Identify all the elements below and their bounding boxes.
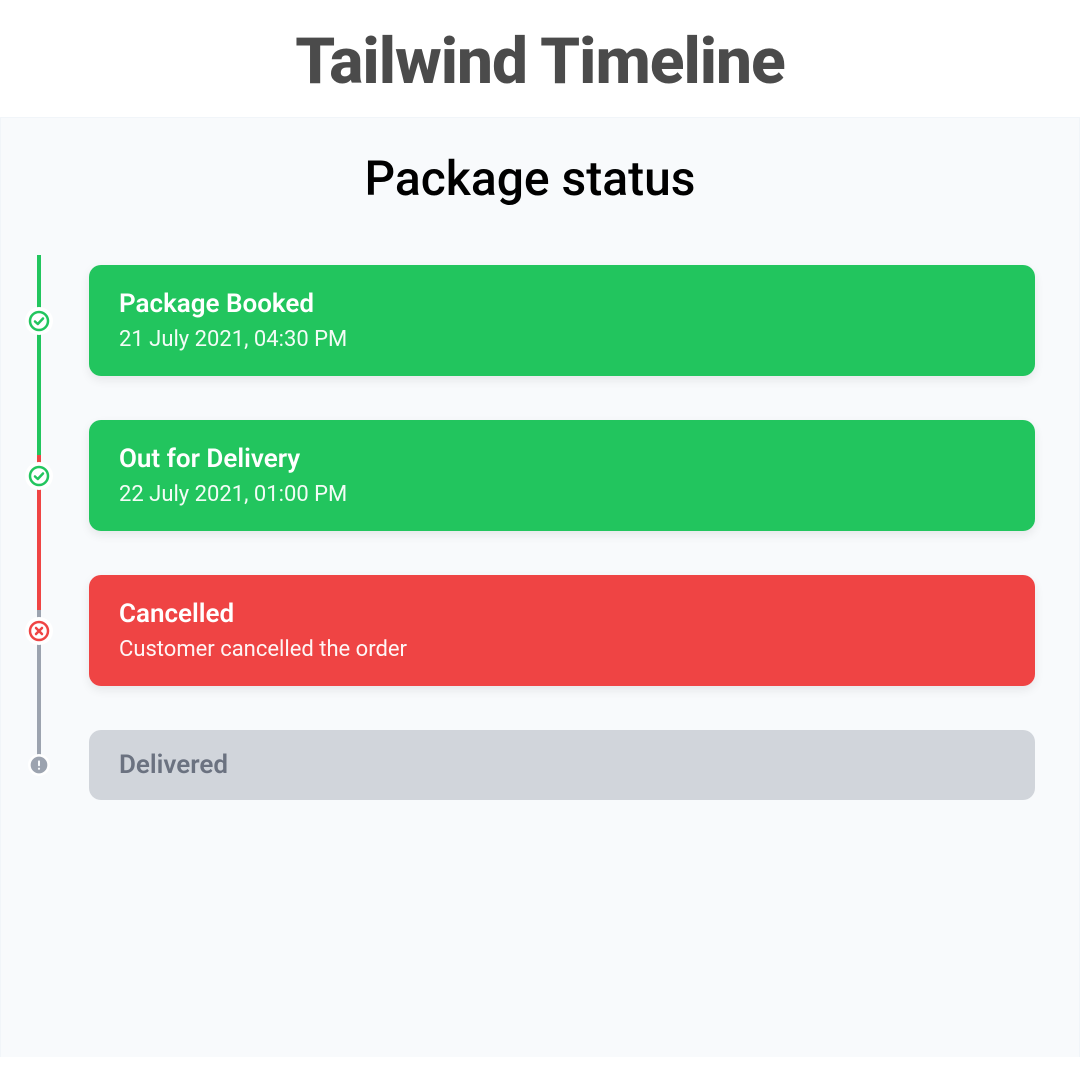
page-title: Tailwind Timeline xyxy=(0,24,1080,99)
timeline-item: Out for Delivery 22 July 2021, 01:00 PM xyxy=(25,420,1035,531)
timeline-card: Out for Delivery 22 July 2021, 01:00 PM xyxy=(89,420,1035,531)
timeline-card-subtitle: 22 July 2021, 01:00 PM xyxy=(119,482,1005,507)
panel-title: Package status xyxy=(25,150,1035,207)
timeline-item: Cancelled Customer cancelled the order xyxy=(25,575,1035,686)
check-circle-icon xyxy=(25,307,53,335)
timeline-panel: Package status Package Booked 21 July 20… xyxy=(0,117,1080,1057)
timeline-card-title: Delivered xyxy=(119,750,1005,780)
timeline-item: Delivered xyxy=(25,730,1035,800)
timeline-rail xyxy=(25,265,89,376)
timeline-card-title: Cancelled xyxy=(119,599,1005,629)
timeline: Package Booked 21 July 2021, 04:30 PM Ou… xyxy=(25,255,1035,800)
alert-circle-icon xyxy=(28,754,50,776)
timeline-rail xyxy=(25,575,89,686)
timeline-card-subtitle: Customer cancelled the order xyxy=(119,637,1005,662)
timeline-card-title: Out for Delivery xyxy=(119,444,1005,474)
timeline-rail xyxy=(25,730,89,800)
timeline-card-subtitle: 21 July 2021, 04:30 PM xyxy=(119,327,1005,352)
timeline-rail xyxy=(25,420,89,531)
x-circle-icon xyxy=(25,617,53,645)
page-header: Tailwind Timeline xyxy=(0,0,1080,117)
timeline-item: Package Booked 21 July 2021, 04:30 PM xyxy=(25,265,1035,376)
timeline-card-title: Package Booked xyxy=(119,289,1005,319)
timeline-card: Package Booked 21 July 2021, 04:30 PM xyxy=(89,265,1035,376)
timeline-card: Delivered xyxy=(89,730,1035,800)
check-circle-icon xyxy=(25,462,53,490)
timeline-card: Cancelled Customer cancelled the order xyxy=(89,575,1035,686)
